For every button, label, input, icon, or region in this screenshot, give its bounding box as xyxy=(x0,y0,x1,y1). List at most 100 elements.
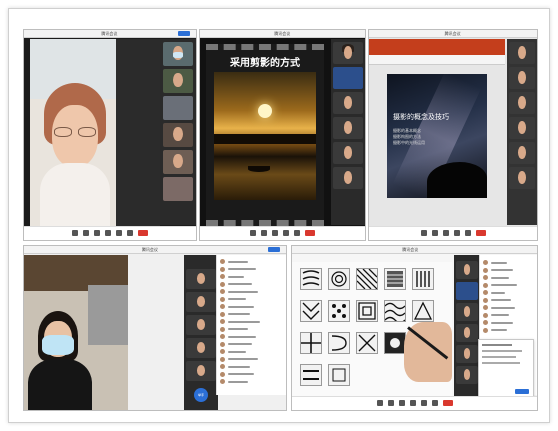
participant-thumb[interactable] xyxy=(162,69,194,93)
participant-thumb[interactable] xyxy=(162,96,194,120)
student-shirt xyxy=(28,359,92,410)
participant-thumb[interactable] xyxy=(333,92,363,114)
member-row[interactable] xyxy=(217,266,286,274)
participant-thumb[interactable] xyxy=(455,261,479,279)
members-panel[interactable] xyxy=(478,255,537,399)
participant-thumb[interactable] xyxy=(186,315,216,335)
participant-thumb[interactable] xyxy=(186,338,216,358)
settings-dialog[interactable] xyxy=(478,339,534,399)
chat-icon[interactable] xyxy=(420,400,427,406)
participant-strip[interactable] xyxy=(160,39,196,225)
share-screen-icon[interactable] xyxy=(94,230,100,236)
member-row[interactable] xyxy=(217,318,286,326)
raise-hand-button[interactable]: 举手 xyxy=(194,388,208,402)
member-row[interactable] xyxy=(480,259,537,267)
member-row[interactable] xyxy=(217,371,286,379)
end-meeting-icon[interactable] xyxy=(475,230,486,236)
chat-icon[interactable] xyxy=(116,230,122,236)
boat-silhouette xyxy=(248,166,270,172)
window-action-button[interactable] xyxy=(178,31,190,36)
participant-strip[interactable] xyxy=(507,39,537,225)
participant-thumb[interactable] xyxy=(333,67,363,89)
participant-thumb[interactable] xyxy=(186,361,216,381)
ppt-ribbon-tools[interactable] xyxy=(369,55,505,65)
mic-icon[interactable] xyxy=(420,230,427,236)
member-row[interactable] xyxy=(480,274,537,282)
member-row[interactable] xyxy=(217,333,286,341)
members-icon[interactable] xyxy=(283,230,289,236)
member-row[interactable] xyxy=(217,273,286,281)
chat-icon[interactable] xyxy=(294,230,300,236)
end-meeting-icon[interactable] xyxy=(305,230,315,236)
window-action-button[interactable] xyxy=(268,247,280,252)
member-row[interactable] xyxy=(480,319,537,327)
participant-thumb[interactable] xyxy=(333,117,363,139)
film-slide: 采用剪影的方式 xyxy=(206,44,324,226)
participant-thumb[interactable] xyxy=(162,150,194,174)
drawing-video xyxy=(292,262,452,396)
member-row[interactable] xyxy=(480,289,537,297)
member-row[interactable] xyxy=(480,312,537,320)
member-row[interactable] xyxy=(217,311,286,319)
participant-thumb[interactable] xyxy=(509,142,535,164)
participant-thumb[interactable] xyxy=(509,67,535,89)
record-icon[interactable] xyxy=(431,400,438,406)
end-meeting-icon[interactable] xyxy=(442,400,453,406)
member-row[interactable] xyxy=(217,326,286,334)
participant-thumb[interactable] xyxy=(455,303,479,321)
participant-thumb[interactable] xyxy=(509,167,535,189)
participant-thumb[interactable] xyxy=(509,117,535,139)
member-row[interactable] xyxy=(217,281,286,289)
member-row[interactable] xyxy=(217,378,286,386)
members-icon[interactable] xyxy=(453,230,460,236)
member-row[interactable] xyxy=(217,363,286,371)
end-meeting-icon[interactable] xyxy=(138,230,148,236)
settings-icon[interactable] xyxy=(127,230,133,236)
share-screen-icon[interactable] xyxy=(272,230,278,236)
member-row[interactable] xyxy=(217,348,286,356)
participant-thumb[interactable] xyxy=(333,167,363,189)
ppt-ribbon[interactable] xyxy=(369,39,505,55)
camera-icon[interactable] xyxy=(83,230,89,236)
share-screen-icon[interactable] xyxy=(442,230,449,236)
member-row[interactable] xyxy=(480,267,537,275)
participant-thumb[interactable] xyxy=(455,282,479,300)
dialog-confirm-button[interactable] xyxy=(515,389,529,394)
chat-icon[interactable] xyxy=(464,230,471,236)
member-row[interactable] xyxy=(217,288,286,296)
participant-strip[interactable] xyxy=(331,39,365,225)
camera-icon[interactable] xyxy=(431,230,438,236)
share-screen-icon[interactable] xyxy=(398,400,405,406)
camera-icon[interactable] xyxy=(387,400,394,406)
mic-icon[interactable] xyxy=(72,230,78,236)
member-row[interactable] xyxy=(217,341,286,349)
participant-thumb[interactable] xyxy=(186,292,216,312)
participant-thumb[interactable] xyxy=(162,177,194,201)
participant-thumb[interactable] xyxy=(509,92,535,114)
participant-thumb[interactable] xyxy=(186,269,216,289)
participant-thumb[interactable] xyxy=(509,42,535,64)
participant-thumb[interactable] xyxy=(455,324,479,342)
member-row[interactable] xyxy=(480,282,537,290)
member-row[interactable] xyxy=(480,327,537,335)
participant-thumb[interactable] xyxy=(333,142,363,164)
members-panel[interactable] xyxy=(216,255,286,395)
participant-thumb[interactable] xyxy=(162,42,194,66)
screenshot-video-call-1: 腾讯会议 xyxy=(23,29,197,241)
participant-thumb[interactable] xyxy=(333,42,363,64)
members-icon[interactable] xyxy=(409,400,416,406)
member-row[interactable] xyxy=(217,356,286,364)
mic-icon[interactable] xyxy=(250,230,256,236)
participant-thumb[interactable] xyxy=(162,123,194,147)
member-row[interactable] xyxy=(480,297,537,305)
members-icon[interactable] xyxy=(105,230,111,236)
camera-icon[interactable] xyxy=(261,230,267,236)
mic-icon[interactable] xyxy=(376,400,383,406)
participant-thumb[interactable] xyxy=(455,366,479,384)
member-row[interactable] xyxy=(480,304,537,312)
member-row[interactable] xyxy=(217,303,286,311)
member-row[interactable] xyxy=(217,296,286,304)
screenshot-video-call-2: 腾讯会议 举手 xyxy=(23,245,287,411)
member-row[interactable] xyxy=(217,258,286,266)
participant-thumb[interactable] xyxy=(455,345,479,363)
